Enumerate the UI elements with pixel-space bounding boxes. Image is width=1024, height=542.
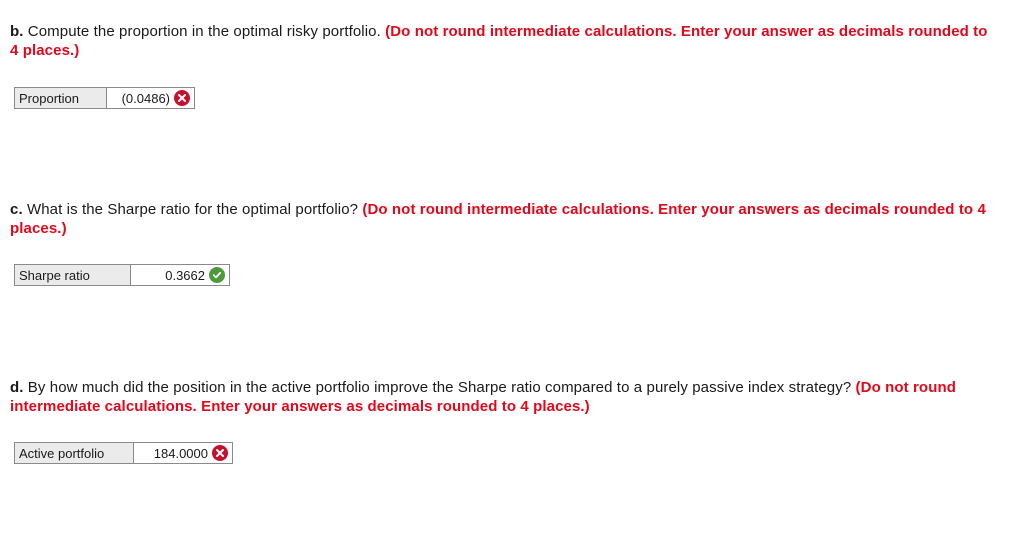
- answer-input-sharpe-ratio[interactable]: 0.3662: [131, 265, 229, 285]
- answer-input-active-portfolio[interactable]: 184.0000: [134, 443, 232, 463]
- assignment-page: b. Compute the proportion in the optimal…: [0, 0, 1024, 542]
- answer-input-proportion[interactable]: (0.0486): [107, 88, 194, 108]
- question-letter: b.: [10, 23, 24, 40]
- answer-row-sharpe-ratio: Sharpe ratio 0.3662: [14, 264, 230, 286]
- field-label: Active portfolio: [15, 443, 134, 463]
- question-c: c. What is the Sharpe ratio for the opti…: [10, 200, 1000, 238]
- question-d: d. By how much did the position in the a…: [10, 378, 1000, 416]
- answer-value: (0.0486): [121, 90, 170, 106]
- question-letter: c.: [10, 201, 23, 218]
- question-b: b. Compute the proportion in the optimal…: [10, 22, 1000, 60]
- field-label: Sharpe ratio: [15, 265, 131, 285]
- field-label: Proportion: [15, 88, 107, 108]
- question-text: Compute the proportion in the optimal ri…: [23, 23, 386, 40]
- x-circle-icon: [212, 445, 228, 461]
- answer-row-active-portfolio: Active portfolio 184.0000: [14, 442, 233, 464]
- check-circle-icon: [209, 267, 225, 283]
- x-circle-icon: [174, 90, 190, 106]
- answer-value: 0.3662: [165, 267, 205, 283]
- answer-value: 184.0000: [153, 445, 208, 461]
- answer-row-proportion: Proportion (0.0486): [14, 87, 195, 109]
- question-text: By how much did the position in the acti…: [23, 379, 856, 396]
- question-letter: d.: [10, 379, 24, 396]
- question-text: What is the Sharpe ratio for the optimal…: [22, 201, 363, 218]
